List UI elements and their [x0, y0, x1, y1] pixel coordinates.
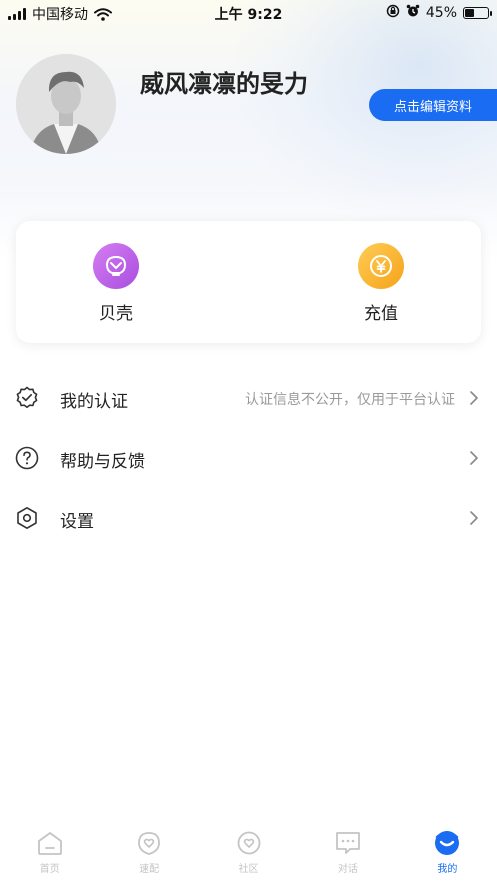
battery-percent: 45%	[425, 5, 457, 21]
heart-community-icon	[237, 831, 260, 855]
hexagon-settings-icon	[17, 507, 37, 529]
verified-badge-icon	[16, 386, 38, 409]
wallet-card: 贝壳 充值	[16, 221, 481, 343]
menu-item-label: 设置	[60, 512, 94, 532]
orientation-lock-icon	[386, 4, 400, 22]
tab-chat[interactable]: 对话	[298, 821, 397, 883]
chevron-right-icon	[470, 391, 478, 405]
avatar[interactable]	[16, 54, 116, 154]
tab-label: 社区	[238, 864, 259, 875]
status-bar: 中国移动 上午 9:22 45%	[0, 0, 497, 26]
bottom-tab-bar: 首页 速配 社区 对话 我的	[0, 821, 497, 883]
tab-label: 首页	[39, 864, 60, 875]
profile-icon	[435, 831, 460, 855]
default-avatar-icon	[16, 54, 116, 154]
menu-item-label: 我的认证	[60, 392, 128, 412]
tab-match[interactable]: 速配	[99, 821, 198, 883]
menu-item-verification[interactable]: 我的认证 认证信息不公开，仅用于平台认证	[0, 368, 497, 428]
yen-coin-icon	[358, 243, 404, 289]
shell-entry[interactable]: 贝壳	[56, 243, 176, 324]
tab-label: 速配	[139, 864, 160, 875]
tab-community[interactable]: 社区	[199, 821, 298, 883]
shell-label: 贝壳	[99, 304, 133, 324]
username: 威风凛凛的旻力	[140, 70, 308, 98]
question-circle-icon	[15, 446, 39, 470]
recharge-entry[interactable]: 充值	[321, 243, 441, 324]
tab-label: 对话	[337, 864, 358, 875]
heart-match-icon	[138, 832, 161, 855]
menu-item-settings[interactable]: 设置	[0, 488, 497, 548]
battery-level	[465, 9, 475, 17]
tab-mine[interactable]: 我的	[398, 821, 497, 883]
edit-profile-button[interactable]: 点击编辑资料	[369, 89, 497, 121]
home-icon	[37, 832, 62, 855]
settings-menu: 我的认证 认证信息不公开，仅用于平台认证 帮助与反馈 设置	[0, 368, 497, 548]
chevron-right-icon	[470, 511, 478, 525]
shell-icon	[93, 243, 139, 289]
menu-item-label: 帮助与反馈	[60, 452, 145, 472]
battery-icon	[463, 7, 492, 19]
recharge-label: 充值	[364, 304, 398, 324]
chevron-right-icon	[470, 451, 478, 465]
alarm-icon	[406, 4, 420, 22]
tab-label: 我的	[437, 864, 458, 875]
tab-home[interactable]: 首页	[0, 821, 99, 883]
chat-icon	[336, 832, 360, 854]
menu-item-help-feedback[interactable]: 帮助与反馈	[0, 428, 497, 488]
verification-hint: 认证信息不公开，仅用于平台认证	[245, 392, 455, 408]
